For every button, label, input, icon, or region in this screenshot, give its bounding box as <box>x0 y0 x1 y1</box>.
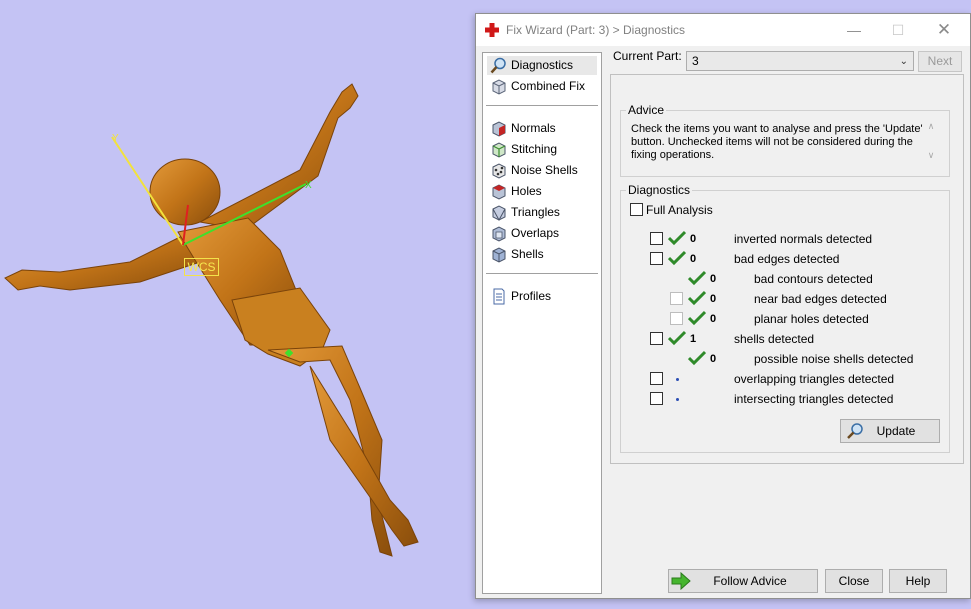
update-button[interactable]: Update <box>840 419 940 443</box>
checkmark-icon <box>688 310 706 326</box>
bad-edges-count: 0 <box>690 253 697 265</box>
triangles-cube-icon <box>492 205 506 221</box>
diagnostics-title: Diagnostics <box>628 183 691 197</box>
scroll-down-icon[interactable]: ∨ <box>925 150 937 161</box>
pending-dot-icon <box>676 398 679 401</box>
checkmark-icon <box>688 270 706 286</box>
current-part-value: 3 <box>692 54 699 68</box>
nav-label-overlaps: Overlaps <box>511 226 560 240</box>
red-cross-icon <box>485 23 499 37</box>
overlapping-triangles-label: overlapping triangles detected <box>734 372 895 386</box>
nav-item-combined-fix[interactable]: Combined Fix <box>487 77 597 96</box>
near-bad-edges-checkbox[interactable] <box>670 292 683 305</box>
overlapping-triangles-checkbox[interactable] <box>650 372 663 385</box>
checkmark-icon <box>688 290 706 306</box>
full-analysis-label: Full Analysis <box>646 203 713 217</box>
inverted-normals-count: 0 <box>690 233 697 245</box>
shells-cube-icon <box>492 247 506 263</box>
minimize-button[interactable]: — <box>844 21 864 39</box>
noise-shells-icon <box>492 163 506 179</box>
checkmark-icon <box>688 350 706 366</box>
bad-contours-count: 0 <box>710 273 717 285</box>
nav-label-diagnostics: Diagnostics <box>511 58 574 72</box>
normals-cube-icon <box>492 121 506 137</box>
title-bar[interactable]: Fix Wizard (Part: 3) > Diagnostics — ☐ ✕ <box>476 14 970 46</box>
shells-count: 1 <box>690 333 697 345</box>
nav-label-triangles: Triangles <box>511 205 560 219</box>
inverted-normals-label: inverted normals detected <box>734 232 873 246</box>
cube-icon <box>492 79 506 95</box>
close-button[interactable]: Close <box>825 569 883 593</box>
fix-wizard-dialog: Fix Wizard (Part: 3) > Diagnostics — ☐ ✕… <box>475 13 971 599</box>
planar-holes-label: planar holes detected <box>754 312 869 326</box>
nav-item-stitching[interactable]: Stitching <box>487 140 597 159</box>
magnifier-icon <box>490 57 506 74</box>
wcs-label: WCS <box>184 258 219 276</box>
chevron-down-icon: ⌄ <box>899 56 908 67</box>
intersecting-triangles-checkbox[interactable] <box>650 392 663 405</box>
nav-divider <box>486 273 598 274</box>
axis-y-label: Y <box>112 133 119 144</box>
checkmark-icon <box>668 330 686 346</box>
document-icon <box>493 288 505 305</box>
next-button[interactable]: Next <box>918 51 962 72</box>
nav-item-overlaps[interactable]: Overlaps <box>487 224 597 243</box>
full-analysis-checkbox[interactable] <box>630 203 643 216</box>
near-bad-edges-count: 0 <box>710 293 717 305</box>
nav-label-normals: Normals <box>511 121 556 135</box>
follow-advice-label: Follow Advice <box>713 574 787 588</box>
nav-label-stitching: Stitching <box>511 142 558 156</box>
advice-title: Advice <box>628 103 665 117</box>
nav-item-normals[interactable]: Normals <box>487 119 597 138</box>
bad-contours-label: bad contours detected <box>754 272 873 286</box>
nav-label-shells: Shells <box>511 247 544 261</box>
inverted-normals-checkbox[interactable] <box>650 232 663 245</box>
nav-label-holes: Holes <box>511 184 542 198</box>
pending-dot-icon <box>676 378 679 381</box>
maximize-button[interactable]: ☐ <box>888 21 908 39</box>
wizard-nav: Diagnostics Combined Fix Normals Stitchi… <box>482 52 602 594</box>
scroll-up-icon[interactable]: ∧ <box>925 121 937 132</box>
nav-item-shells[interactable]: Shells <box>487 245 597 264</box>
help-button[interactable]: Help <box>889 569 947 593</box>
shells-label: shells detected <box>734 332 815 346</box>
axis-x-label: X <box>305 180 312 191</box>
nav-label-noise-shells: Noise Shells <box>511 163 578 177</box>
intersecting-triangles-label: intersecting triangles detected <box>734 392 894 406</box>
close-window-button[interactable]: ✕ <box>934 21 954 39</box>
checkmark-icon <box>668 250 686 266</box>
nav-label-combined-fix: Combined Fix <box>511 79 586 93</box>
green-arrow-icon <box>671 572 691 590</box>
checkmark-icon <box>668 230 686 246</box>
nav-item-noise-shells[interactable]: Noise Shells <box>487 161 597 180</box>
advice-text: Check the items you want to analyse and … <box>631 123 923 161</box>
planar-holes-checkbox[interactable] <box>670 312 683 325</box>
nav-item-diagnostics[interactable]: Diagnostics <box>487 56 597 75</box>
nav-item-triangles[interactable]: Triangles <box>487 203 597 222</box>
noise-shells-label: possible noise shells detected <box>754 352 914 366</box>
nav-item-holes[interactable]: Holes <box>487 182 597 201</box>
nav-item-profiles[interactable]: Profiles <box>487 287 597 306</box>
current-part-select[interactable]: 3 ⌄ <box>686 51 914 71</box>
nav-divider <box>486 105 598 106</box>
3d-viewport[interactable]: Y X WCS <box>0 0 476 609</box>
stitching-cube-icon <box>492 142 506 158</box>
advice-scrollbar[interactable]: ∧ ∨ <box>925 121 937 169</box>
current-part-label: Current Part: <box>613 49 682 63</box>
dialog-title: Fix Wizard (Part: 3) > Diagnostics <box>506 23 686 37</box>
bad-edges-checkbox[interactable] <box>650 252 663 265</box>
bad-edges-label: bad edges detected <box>734 252 840 266</box>
planar-holes-count: 0 <box>710 313 717 325</box>
model-render: Y X <box>4 83 419 557</box>
shells-checkbox[interactable] <box>650 332 663 345</box>
follow-advice-button[interactable]: Follow Advice <box>668 569 818 593</box>
holes-cube-icon <box>492 184 506 200</box>
update-label: Update <box>876 424 916 438</box>
overlaps-cube-icon <box>492 226 506 242</box>
noise-shells-count: 0 <box>710 353 717 365</box>
nav-label-profiles: Profiles <box>511 289 552 303</box>
magnifier-icon <box>847 423 863 439</box>
near-bad-edges-label: near bad edges detected <box>754 292 887 306</box>
